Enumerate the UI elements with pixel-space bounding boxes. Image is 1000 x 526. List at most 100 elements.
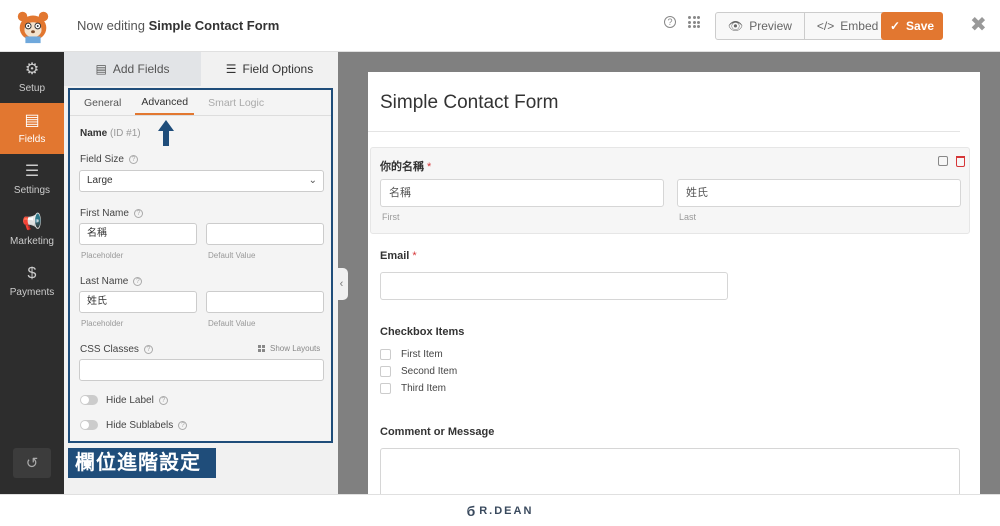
css-classes-input[interactable]: [79, 359, 324, 381]
field-size-value: Large: [87, 175, 113, 186]
help-icon[interactable]: ?: [158, 395, 168, 405]
help-icon[interactable]: ?: [133, 208, 143, 218]
last-name-placeholder-input[interactable]: 姓氏: [79, 291, 197, 313]
show-layouts-link[interactable]: Show Layouts: [258, 344, 320, 353]
checkbox[interactable]: [380, 366, 391, 377]
form-card: Simple Contact Form 你的名稱 * 名稱 姓氏 First La…: [368, 72, 980, 494]
sidebar-item-label: Settings: [13, 185, 51, 196]
save-label: Save: [906, 19, 935, 33]
last-name-default-input[interactable]: [206, 291, 324, 313]
subtab-advanced[interactable]: Advanced: [135, 96, 195, 115]
trash-icon[interactable]: [956, 156, 965, 167]
embed-button[interactable]: </> Embed: [803, 13, 890, 39]
css-classes-label: CSS Classes?: [80, 344, 153, 355]
help-icon[interactable]: ?: [128, 154, 138, 164]
checkbox-item[interactable]: Third Item: [380, 383, 446, 394]
field-size-select[interactable]: Large ⌄: [79, 170, 324, 192]
collapse-panel-chevron-icon[interactable]: ‹: [338, 268, 348, 300]
subtab-smart-logic[interactable]: Smart Logic: [208, 97, 264, 115]
tab-label: Add Fields: [112, 62, 170, 76]
show-layouts-label: Show Layouts: [270, 344, 321, 353]
sidebar-item-payments[interactable]: $ Payments: [0, 256, 64, 307]
builder-sidebar: ⚙ Setup ▤ Fields ☰ Settings 📢 Marketing …: [0, 52, 64, 494]
apps-grid-icon[interactable]: [688, 16, 700, 28]
last-name-input[interactable]: 姓氏: [677, 179, 961, 207]
first-name-input[interactable]: 名稱: [380, 179, 664, 207]
title-form-name: Simple Contact Form: [148, 18, 280, 33]
checkbox-item[interactable]: Second Item: [380, 366, 457, 377]
preview-label: Preview: [749, 19, 792, 33]
comment-field-label: Comment or Message: [380, 426, 495, 438]
sidebar-item-fields[interactable]: ▤ Fields: [0, 103, 64, 154]
name-field-label: 你的名稱 *: [380, 158, 431, 174]
last-name-label: Last Name?: [80, 276, 143, 287]
embed-label: Embed: [840, 19, 879, 33]
sidebar-item-label: Fields: [18, 134, 46, 145]
field-options-panel: ▤ Add Fields ☰ Field Options General Adv…: [64, 52, 338, 494]
sliders-icon: ☰: [225, 62, 237, 76]
layouts-icon: [258, 344, 266, 353]
email-label-text: Email: [380, 250, 410, 262]
sidebar-item-label: Payments: [9, 287, 55, 298]
checkbox[interactable]: [380, 349, 391, 360]
form-preview: ‹ Simple Contact Form 你的名稱 * 名稱 姓氏 First …: [338, 52, 1000, 494]
field-name-heading: Name (ID #1): [80, 128, 141, 139]
code-icon: </>: [816, 19, 835, 33]
hide-sublabels-text: Hide Sublabels?: [106, 420, 188, 431]
brand-mark-icon: б: [466, 502, 478, 519]
tab-field-options[interactable]: ☰ Field Options: [201, 52, 338, 86]
email-field-label: Email *: [380, 250, 417, 262]
brand-text: R.DEAN: [479, 504, 534, 517]
last-sublabel: Last: [679, 212, 697, 222]
footer: б R.DEAN: [0, 494, 1000, 526]
first-name-default-input[interactable]: [206, 223, 324, 245]
tab-label: Field Options: [242, 62, 314, 76]
checkbox-label: First Item: [401, 349, 443, 360]
help-icon[interactable]: ?: [664, 16, 676, 28]
comment-textarea[interactable]: [380, 448, 960, 494]
divider: [368, 131, 960, 132]
checkbox[interactable]: [380, 383, 391, 394]
hide-sublabels-toggle[interactable]: [80, 420, 98, 430]
first-sublabel: First: [382, 212, 400, 222]
preview-button[interactable]: 👁 Preview: [716, 13, 804, 39]
sidebar-item-settings[interactable]: ☰ Settings: [0, 154, 64, 205]
check-icon: ✓: [889, 19, 901, 33]
checkbox-item[interactable]: First Item: [380, 349, 443, 360]
placeholder-hint: Placeholder: [81, 251, 124, 260]
page-title: Now editing Simple Contact Form: [77, 18, 279, 33]
required-mark: *: [412, 250, 417, 262]
checkbox-label: Second Item: [401, 366, 458, 377]
close-icon[interactable]: ✖: [970, 14, 987, 36]
hide-label-toggle[interactable]: [80, 395, 98, 405]
field-size-text: Field Size: [80, 154, 124, 165]
save-button[interactable]: ✓ Save: [881, 12, 943, 40]
revisions-history-icon[interactable]: ↺: [13, 448, 51, 478]
list-icon: ▤: [95, 62, 107, 76]
top-bar: Now editing Simple Contact Form ? 👁 Prev…: [0, 0, 1000, 52]
last-name-text: Last Name: [80, 276, 129, 287]
sliders-icon: ☰: [24, 163, 40, 180]
list-icon: ▤: [24, 112, 40, 129]
sidebar-item-setup[interactable]: ⚙ Setup: [0, 52, 64, 103]
email-input[interactable]: [380, 272, 728, 300]
gear-icon: ⚙: [24, 61, 40, 78]
name-label-text: 你的名稱: [380, 161, 424, 173]
help-icon[interactable]: ?: [178, 420, 188, 430]
required-mark: *: [427, 161, 432, 173]
first-name-text: First Name: [80, 208, 129, 219]
dollar-icon: $: [27, 265, 37, 282]
help-icon[interactable]: ?: [143, 344, 153, 354]
first-name-placeholder-input[interactable]: 名稱: [79, 223, 197, 245]
subtab-general[interactable]: General: [84, 97, 121, 115]
help-icon[interactable]: ?: [133, 276, 143, 286]
sidebar-item-marketing[interactable]: 📢 Marketing: [0, 205, 64, 256]
field-id: (ID #1): [110, 128, 141, 139]
chevron-down-icon: ⌄: [308, 175, 317, 186]
sidebar-item-label: Setup: [18, 83, 46, 94]
duplicate-icon[interactable]: [938, 156, 948, 166]
arrow-up-icon: [158, 120, 174, 146]
tab-add-fields[interactable]: ▤ Add Fields: [64, 52, 201, 86]
name-field-block[interactable]: 你的名稱 * 名稱 姓氏 First Last: [370, 147, 970, 234]
form-title: Simple Contact Form: [380, 92, 559, 113]
